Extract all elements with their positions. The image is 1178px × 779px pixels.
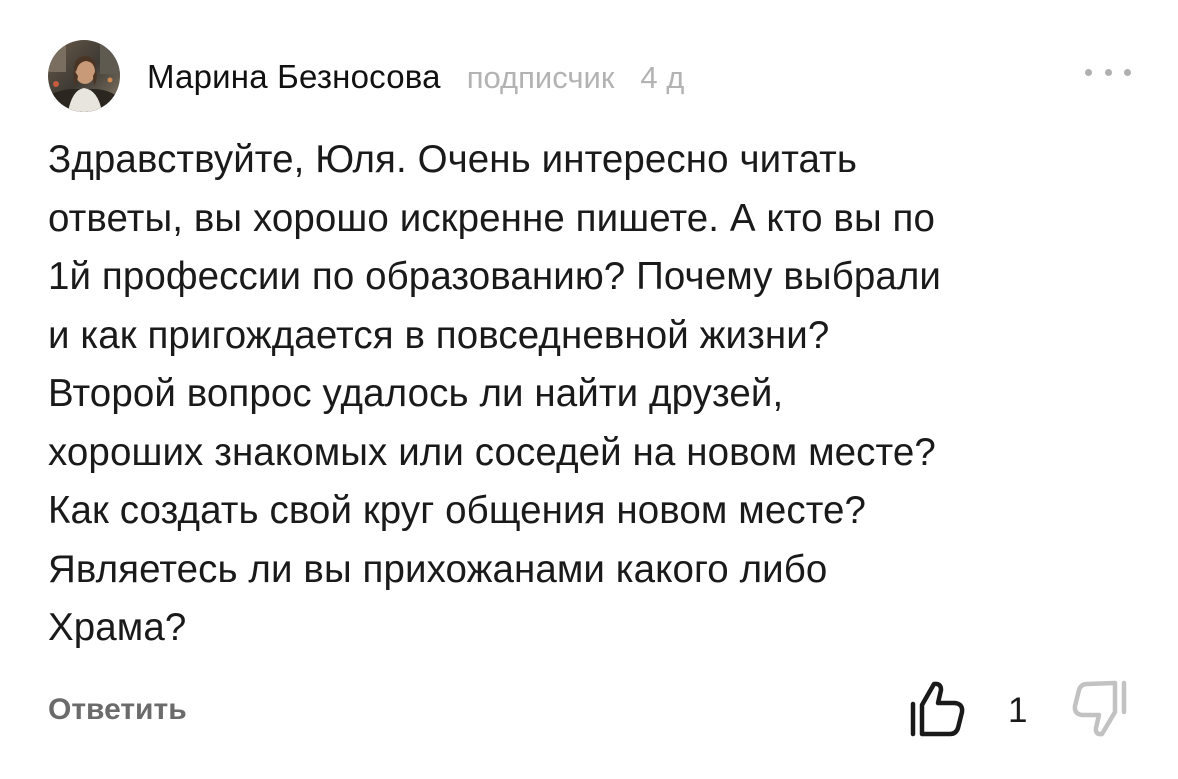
comment-header: Марина Безносова подписчик 4 д bbox=[147, 58, 684, 108]
more-options-icon[interactable] bbox=[1085, 60, 1131, 84]
avatar[interactable] bbox=[48, 40, 120, 112]
reply-button[interactable]: Ответить bbox=[48, 693, 187, 727]
author-role-badge: подписчик bbox=[466, 60, 615, 95]
more-dot bbox=[1124, 68, 1131, 76]
avatar-photo bbox=[48, 40, 120, 112]
thumbs-up-icon[interactable] bbox=[908, 678, 966, 738]
comment-card: Марина Безносова подписчик 4 д Здравству… bbox=[0, 0, 1178, 779]
author-name[interactable]: Марина Безносова bbox=[147, 58, 441, 96]
more-dot bbox=[1085, 68, 1092, 76]
comment-timestamp: 4 д bbox=[640, 60, 685, 95]
like-count: 1 bbox=[1008, 691, 1028, 730]
thumbs-down-icon[interactable] bbox=[1070, 678, 1130, 740]
comment-text: Здравствуйте, Юля. Очень интересно читат… bbox=[48, 138, 942, 649]
more-dot bbox=[1104, 68, 1112, 76]
